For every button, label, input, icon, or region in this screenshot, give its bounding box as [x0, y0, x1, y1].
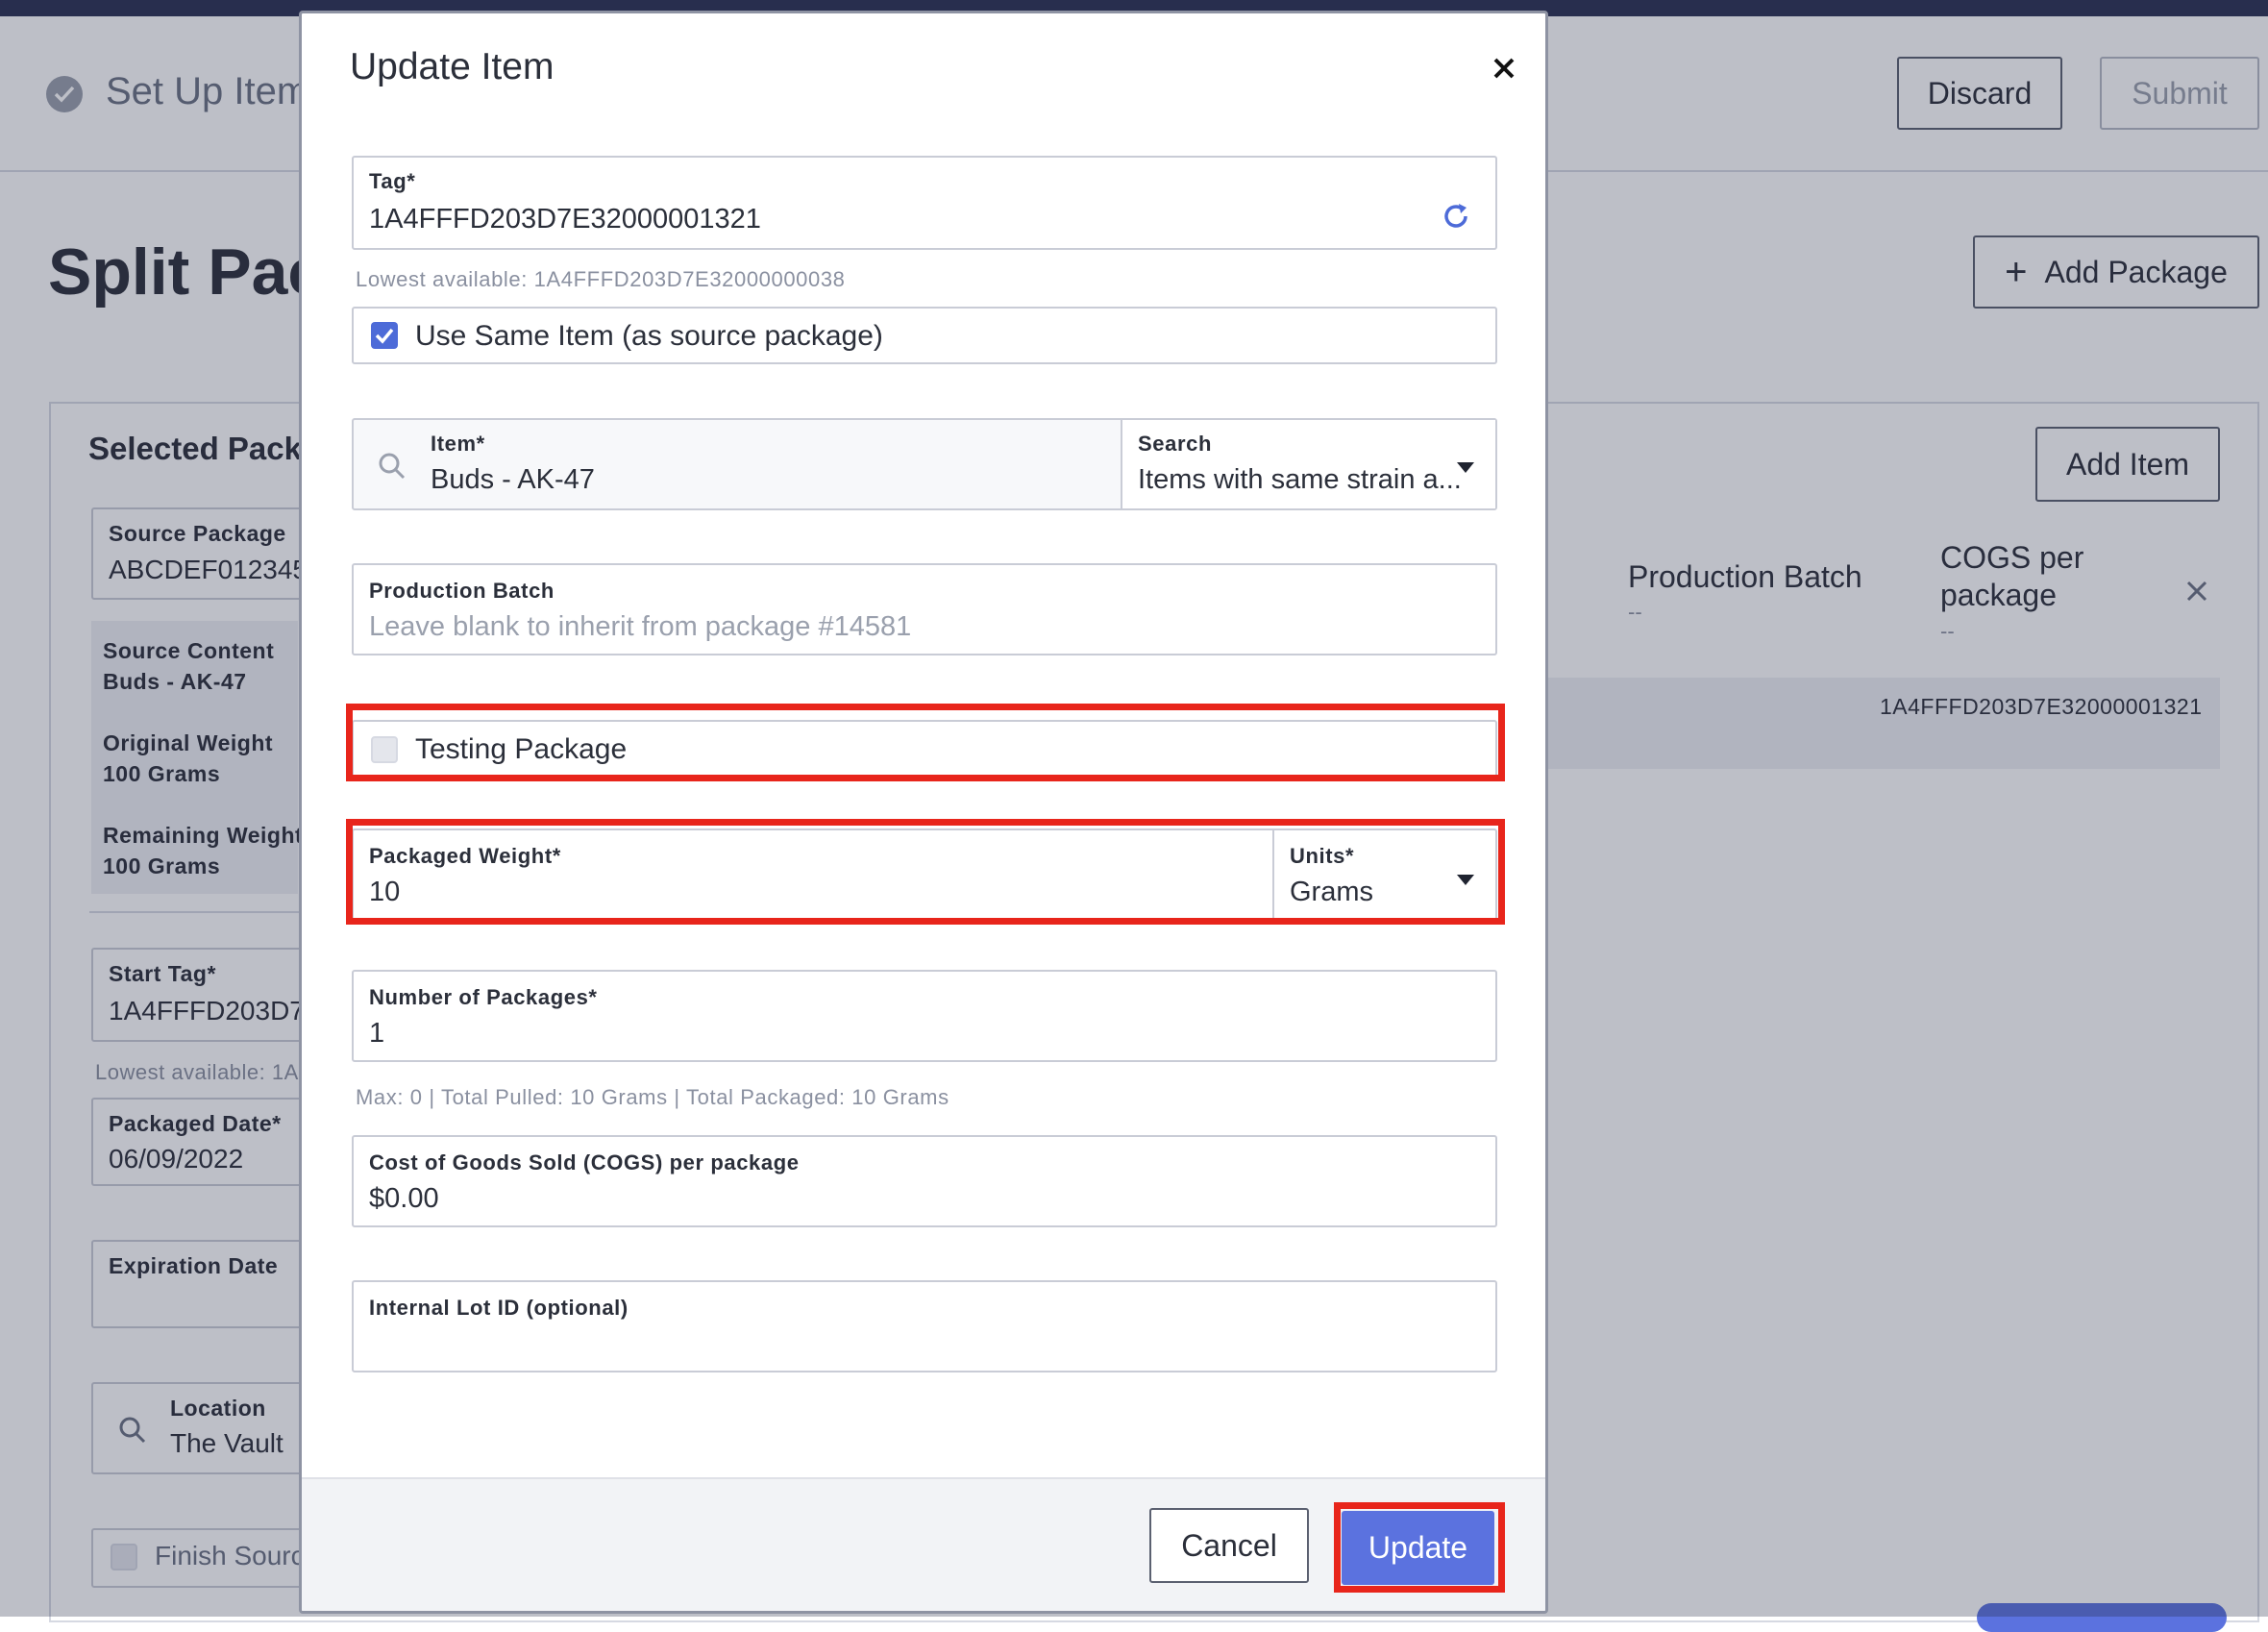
- search-label: Search: [1138, 432, 1212, 456]
- cancel-button[interactable]: Cancel: [1149, 1508, 1309, 1583]
- modal-title: Update Item: [350, 46, 555, 87]
- tag-input[interactable]: 1A4FFFD203D7E32000001321: [369, 204, 761, 235]
- refresh-icon[interactable]: [1440, 200, 1472, 233]
- testing-package-row[interactable]: Testing Package: [352, 720, 1497, 778]
- item-search-field[interactable]: Item* Buds - AK-47 Search Items with sam…: [352, 418, 1497, 510]
- search-icon: [379, 453, 406, 480]
- update-button[interactable]: Update: [1342, 1511, 1494, 1585]
- production-batch-field[interactable]: Production Batch Leave blank to inherit …: [352, 563, 1497, 655]
- number-of-packages-field[interactable]: Number of Packages* 1: [352, 970, 1497, 1062]
- production-batch-label: Production Batch: [369, 579, 555, 603]
- tag-hint: Lowest available: 1A4FFFD203D7E320000000…: [356, 267, 846, 291]
- packaged-weight-input[interactable]: 10: [369, 877, 400, 908]
- chevron-down-icon: [1457, 462, 1474, 473]
- testing-package-label: Testing Package: [415, 733, 628, 765]
- internal-lot-field[interactable]: Internal Lot ID (optional): [352, 1280, 1497, 1372]
- packaged-weight-field[interactable]: Packaged Weight* 10 Units* Grams: [352, 828, 1497, 921]
- item-input[interactable]: Buds - AK-47: [431, 464, 595, 496]
- close-icon[interactable]: [1488, 52, 1520, 85]
- number-of-packages-label: Number of Packages*: [369, 985, 598, 1009]
- item-label: Item*: [431, 432, 485, 456]
- units-value: Grams: [1290, 877, 1373, 907]
- number-of-packages-hint: Max: 0 | Total Pulled: 10 Grams | Total …: [356, 1085, 949, 1109]
- cogs-label: Cost of Goods Sold (COGS) per package: [369, 1150, 800, 1175]
- chevron-down-icon: [1457, 875, 1474, 885]
- cogs-input[interactable]: $0.00: [369, 1183, 439, 1215]
- testing-package-checkbox[interactable]: [371, 736, 398, 763]
- internal-lot-label: Internal Lot ID (optional): [369, 1296, 629, 1320]
- use-same-item-label: Use Same Item (as source package): [415, 320, 883, 352]
- check-icon: [375, 328, 394, 344]
- search-value: Items with same strain a...: [1138, 464, 1462, 495]
- use-same-item-checkbox[interactable]: [371, 322, 398, 349]
- cogs-field[interactable]: Cost of Goods Sold (COGS) per package $0…: [352, 1135, 1497, 1227]
- units-label: Units*: [1290, 844, 1355, 868]
- use-same-item-row[interactable]: Use Same Item (as source package): [352, 307, 1497, 364]
- tag-label: Tag*: [369, 169, 416, 193]
- packaged-weight-label: Packaged Weight*: [369, 844, 561, 868]
- search-filter-select[interactable]: Search Items with same strain a...: [1122, 420, 1495, 508]
- number-of-packages-input[interactable]: 1: [369, 1018, 384, 1050]
- tag-field[interactable]: Tag* 1A4FFFD203D7E32000001321: [352, 156, 1497, 250]
- units-select[interactable]: Units* Grams: [1274, 830, 1495, 919]
- production-batch-input[interactable]: Leave blank to inherit from package #145…: [369, 611, 911, 643]
- update-item-modal: Update Item Tag* 1A4FFFD203D7E3200000132…: [299, 11, 1548, 1614]
